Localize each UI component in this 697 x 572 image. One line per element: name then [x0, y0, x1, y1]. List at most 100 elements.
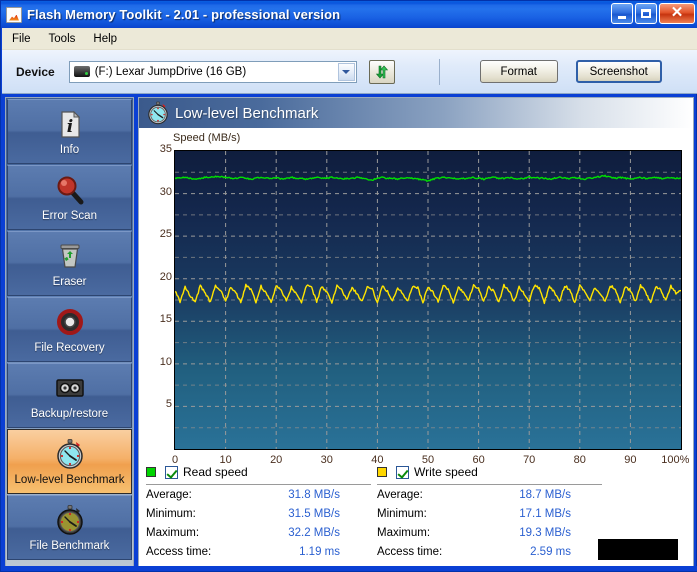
menu-item-file[interactable]: File — [4, 31, 39, 47]
lifebuoy-icon — [53, 305, 87, 339]
redaction-box — [598, 539, 678, 560]
stat-value: 17.1 MB/s — [519, 508, 571, 520]
chevron-down-icon[interactable] — [337, 62, 355, 81]
close-button[interactable]: ✕ — [659, 3, 695, 24]
write-speed-checkbox[interactable] — [396, 465, 409, 479]
stat-row: Average: 31.8 MB/s — [146, 486, 371, 504]
stat-key: Maximum: — [377, 527, 431, 539]
stat-key: Average: — [377, 489, 423, 501]
chart-y-axis-label: Speed (MB/s) — [173, 132, 241, 144]
stopwatch-cyan-icon — [53, 437, 87, 471]
stat-row: Minimum: 31.5 MB/s — [146, 505, 371, 523]
refresh-arrows-icon — [375, 65, 388, 78]
refresh-button[interactable] — [368, 59, 395, 84]
stat-key: Access time: — [377, 546, 443, 558]
read-legend-row: Read speed — [146, 464, 371, 480]
sidebar-item-label: File Benchmark — [29, 540, 110, 552]
write-legend-row: Write speed — [377, 464, 602, 480]
recycle-bin-icon — [53, 239, 87, 273]
minimize-icon — [618, 15, 626, 19]
screenshot-button[interactable]: Screenshot — [575, 60, 662, 83]
benchmark-stats: Read speed Average: 31.8 MB/s Minimum: 3… — [139, 464, 693, 566]
cassette-tape-icon — [53, 371, 87, 405]
chart-plot-area — [174, 150, 682, 450]
sidebar-item-label: Backup/restore — [30, 408, 109, 420]
menu-bar: File Tools Help — [2, 28, 697, 50]
svg-text:i: i — [66, 117, 72, 137]
device-select-value: (F:) Lexar JumpDrive (16 GB) — [94, 65, 247, 78]
sidebar-item-file-recovery[interactable]: File Recovery — [7, 297, 132, 362]
sidebar-item-error-scan[interactable]: Error Scan — [7, 165, 132, 230]
sidebar-item-label: Info — [59, 144, 80, 156]
stat-value: 2.59 ms — [530, 546, 571, 558]
device-label: Device — [16, 64, 55, 79]
sidebar-item-label: Error Scan — [42, 210, 97, 222]
y-tick-label: 10 — [159, 355, 172, 368]
read-speed-checkbox[interactable] — [165, 465, 178, 479]
device-select[interactable]: (F:) Lexar JumpDrive (16 GB) — [68, 60, 357, 83]
stat-row: Minimum: 17.1 MB/s — [377, 505, 602, 523]
application-window: Flash Memory Toolkit - 2.01 - profession… — [0, 0, 697, 572]
stopwatch-olive-icon — [53, 503, 87, 537]
stat-key: Maximum: — [146, 527, 200, 539]
maximize-icon — [641, 9, 651, 18]
usb-drive-icon — [73, 66, 90, 77]
stat-value: 31.8 MB/s — [288, 489, 340, 501]
sidebar-item-eraser[interactable]: Eraser — [7, 231, 132, 296]
window-title: Flash Memory Toolkit - 2.01 - profession… — [27, 7, 341, 22]
status-bar — [1, 566, 697, 571]
divider — [146, 484, 371, 485]
close-icon: ✕ — [670, 4, 684, 21]
sidebar-item-info[interactable]: i Info — [7, 99, 132, 164]
write-speed-stats: Write speed Average: 18.7 MB/s Minimum: … — [377, 464, 602, 561]
format-button[interactable]: Format — [479, 60, 558, 83]
stat-key: Minimum: — [377, 508, 427, 520]
chart-y-axis: 5 10 15 20 25 30 35 — [139, 143, 172, 450]
sidebar-item-file-benchmark[interactable]: File Benchmark — [7, 495, 132, 560]
sidebar-item-backup-restore[interactable]: Backup/restore — [7, 363, 132, 428]
device-toolbar: Device (F:) Lexar JumpDrive (16 GB) Form… — [2, 50, 697, 94]
write-legend-label: Write speed — [414, 465, 478, 479]
sidebar-item-label: File Recovery — [34, 342, 105, 354]
sidebar-item-label: Eraser — [52, 276, 87, 288]
stat-key: Minimum: — [146, 508, 196, 520]
sidebar-nav: i Info Error Scan Eraser File Recovery B… — [5, 97, 134, 567]
content-panel: Low-level Benchmark Speed (MB/s) 5 10 15 20… — [138, 97, 694, 567]
stat-row: Average: 18.7 MB/s — [377, 486, 602, 504]
stopwatch-cyan-icon — [145, 100, 171, 126]
title-bar: Flash Memory Toolkit - 2.01 - profession… — [1, 1, 697, 28]
stat-value: 19.3 MB/s — [519, 527, 571, 539]
menu-item-help[interactable]: Help — [85, 31, 125, 47]
stat-row: Maximum: 19.3 MB/s — [377, 524, 602, 542]
stat-value: 32.2 MB/s — [288, 527, 340, 539]
toolbar-separator — [438, 58, 440, 85]
y-tick-label: 5 — [165, 398, 172, 411]
write-color-swatch — [377, 467, 387, 477]
page-title: Low-level Benchmark — [175, 104, 319, 122]
stat-key: Average: — [146, 489, 192, 501]
minimize-button[interactable] — [611, 3, 633, 24]
y-tick-label: 15 — [159, 313, 172, 326]
stat-value: 1.19 ms — [299, 546, 340, 558]
y-tick-label: 25 — [159, 228, 172, 241]
stat-value: 18.7 MB/s — [519, 489, 571, 501]
stat-row: Access time: 2.59 ms — [377, 543, 602, 561]
divider — [377, 484, 602, 485]
sidebar-item-label: Low-level Benchmark — [14, 474, 125, 486]
benchmark-chart: Speed (MB/s) 5 10 15 20 25 30 35 0 10 20 30 40 50 60… — [139, 128, 693, 496]
y-tick-label: 30 — [159, 185, 172, 198]
content-header: Low-level Benchmark — [139, 98, 693, 128]
sidebar-item-low-level-benchmark[interactable]: Low-level Benchmark — [7, 429, 132, 494]
maximize-button[interactable] — [635, 3, 657, 24]
app-icon — [6, 6, 22, 23]
stat-row: Access time: 1.19 ms — [146, 543, 371, 561]
stat-row: Maximum: 32.2 MB/s — [146, 524, 371, 542]
read-legend-label: Read speed — [183, 465, 248, 479]
window-controls: ✕ — [611, 3, 695, 24]
stat-value: 31.5 MB/s — [288, 508, 340, 520]
chart-svg — [175, 151, 681, 449]
document-info-icon: i — [53, 107, 87, 141]
magnifier-icon — [53, 173, 87, 207]
menu-item-tools[interactable]: Tools — [41, 31, 84, 47]
y-tick-label: 20 — [159, 270, 172, 283]
